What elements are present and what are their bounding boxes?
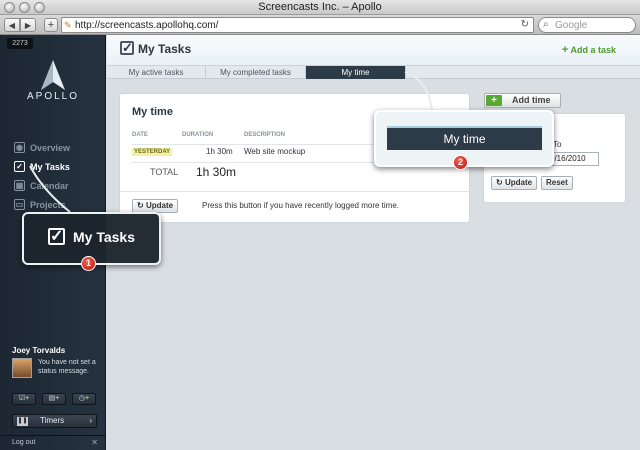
step-badge-1: 1	[81, 256, 96, 271]
column-header-description: DESCRIPTION	[244, 132, 286, 138]
page-title: My Tasks	[138, 42, 192, 56]
range-update-button[interactable]: ↻ Update	[491, 176, 538, 190]
sidebar-item-label: Calendar	[30, 180, 69, 191]
table-row-duration: 1h 30m	[206, 147, 233, 156]
logout-bar: Log out ✕	[0, 435, 106, 450]
divider	[120, 191, 469, 192]
reload-icon[interactable]: ↻	[521, 19, 529, 30]
forward-button[interactable]: ▶	[20, 18, 36, 32]
add-time-label: Add time	[512, 95, 551, 105]
back-arrow-icon: ◀	[8, 20, 16, 30]
sidebar-item-calendar[interactable]: ▦ Calendar	[14, 176, 70, 195]
panel-title: My time	[132, 106, 173, 118]
add-task-label: Add a task	[570, 45, 616, 55]
user-name[interactable]: Joey Torvalds	[12, 346, 65, 355]
sidebar-item-overview[interactable]: ◉ Overview	[14, 138, 70, 157]
browser-toolbar: ◀ ▶ + ✎ http://screencasts.apollohq.com/…	[0, 15, 640, 35]
status-message[interactable]: You have not set a status message.	[38, 358, 98, 376]
timers-button[interactable]: ❚❚ Timers ›	[12, 414, 97, 428]
page-header: ✓ My Tasks + Add a task	[107, 35, 640, 66]
refresh-icon: ↻	[137, 201, 144, 210]
quick-add-timer-button[interactable]: ◷+	[72, 393, 96, 405]
total-value: 1h 30m	[196, 165, 237, 179]
folder-icon: ▭	[14, 199, 25, 210]
date-badge: YESTERDAY	[132, 148, 173, 156]
timers-label: Timers	[40, 416, 65, 425]
step-badge-2: 2	[453, 155, 468, 170]
plus-icon: +	[25, 395, 30, 402]
apollo-logo-icon	[41, 60, 65, 90]
callout-label: My Tasks	[73, 229, 135, 245]
callout-label: My time	[443, 132, 486, 146]
column-header-duration: DURATION	[182, 132, 214, 138]
to-label: To	[553, 140, 562, 149]
avatar[interactable]	[12, 358, 32, 378]
forward-arrow-icon: ▶	[24, 20, 32, 30]
column-header-date: DATE	[132, 132, 148, 138]
back-button[interactable]: ◀	[4, 18, 20, 32]
plus-icon: +	[47, 19, 55, 31]
new-tab-button[interactable]: +	[44, 18, 58, 32]
favicon-icon: ✎	[64, 20, 72, 30]
address-bar[interactable]: ✎ http://screencasts.apollohq.com/ ↻	[61, 17, 534, 33]
plus-icon: +	[55, 395, 60, 402]
sidebar-item-label: Projects	[30, 199, 66, 210]
counter-badge: 2273	[7, 38, 33, 49]
checkbox-icon: ✓	[48, 228, 65, 245]
search-placeholder: Google	[555, 20, 588, 31]
refresh-icon: ↻	[496, 178, 503, 187]
quick-add-row: ☑+ ▤+ ◷+	[12, 393, 96, 405]
eye-icon: ◉	[14, 142, 25, 153]
sidebar-nav: ◉ Overview ✓ My Tasks ▦ Calendar ▭ Proje…	[14, 138, 70, 214]
table-row-date: YESTERDAY	[132, 146, 173, 156]
tab-my-completed-tasks[interactable]: My completed tasks	[206, 66, 306, 79]
update-button-label: Update	[145, 201, 174, 210]
search-icon: ⌕	[543, 19, 549, 30]
tab-my-time[interactable]: My time	[306, 66, 406, 79]
add-task-link[interactable]: + Add a task	[562, 44, 616, 56]
sidebar-item-my-tasks[interactable]: ✓ My Tasks	[14, 157, 70, 176]
table-row-description[interactable]: Web site mockup	[244, 147, 305, 156]
window-titlebar: Screencasts Inc. – Apollo	[0, 0, 640, 15]
pause-icon: ❚❚	[17, 417, 28, 426]
main-content: ✓ My Tasks + Add a task My active tasks …	[107, 35, 640, 450]
plus-icon: +	[486, 95, 502, 106]
add-time-button[interactable]: + Add time	[484, 93, 561, 108]
logo-text: APOLLO	[26, 91, 80, 102]
plus-icon: +	[561, 44, 569, 56]
tab-bar: My active tasks My completed tasks My ti…	[107, 66, 640, 79]
window-title: Screencasts Inc. – Apollo	[258, 1, 382, 13]
address-url: http://screencasts.apollohq.com/	[75, 20, 219, 31]
sidebar-item-label: Overview	[30, 142, 71, 153]
update-button[interactable]: ↻ Update	[132, 199, 179, 213]
callout-tab-highlight: My time	[387, 126, 542, 150]
close-icon[interactable]: ✕	[91, 438, 98, 447]
quick-add-note-button[interactable]: ▤+	[42, 393, 66, 405]
quick-add-task-button[interactable]: ☑+	[12, 393, 36, 405]
reset-button[interactable]: Reset	[541, 176, 573, 190]
sidebar-item-label: My Tasks	[30, 161, 70, 172]
search-field[interactable]: ⌕ Google	[538, 17, 636, 33]
update-hint: Press this button if you have recently l…	[202, 201, 399, 210]
checkbox-icon: ✓	[14, 161, 25, 172]
tab-my-active-tasks[interactable]: My active tasks	[107, 66, 206, 79]
chevron-right-icon: ›	[89, 416, 92, 425]
range-update-label: Update	[504, 178, 533, 187]
checkbox-icon: ✓	[120, 40, 134, 55]
plus-icon: +	[85, 395, 90, 402]
total-label: TOTAL	[150, 167, 179, 177]
calendar-icon: ▦	[14, 180, 25, 191]
logout-link[interactable]: Log out	[12, 439, 35, 446]
